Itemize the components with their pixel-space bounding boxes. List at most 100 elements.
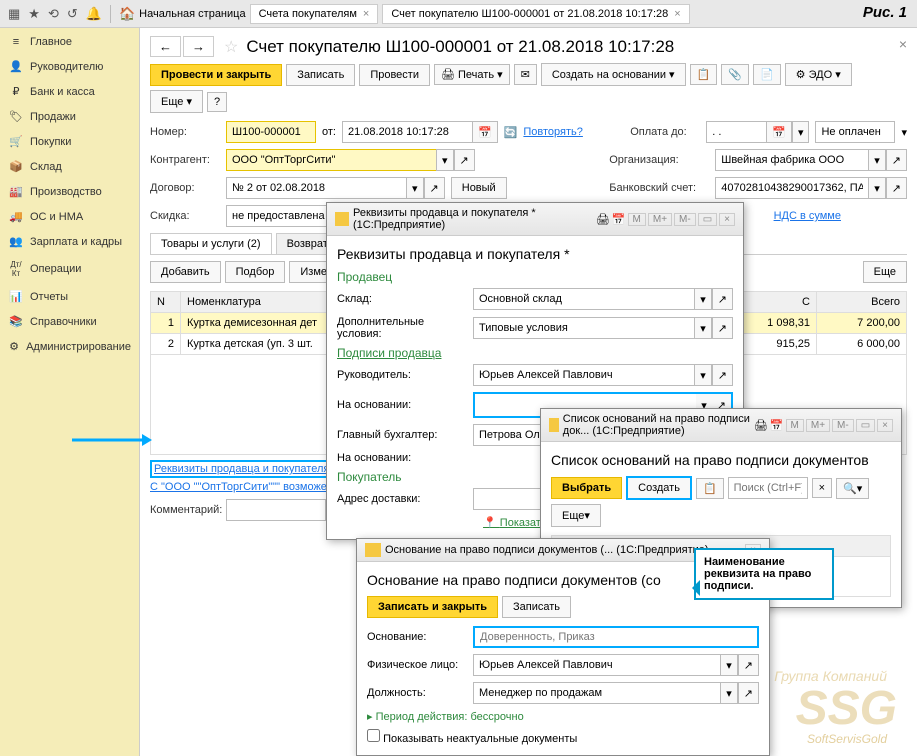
sidebar-production[interactable]: 🏭Производство xyxy=(0,179,139,204)
modal-titlebar[interactable]: Список оснований на право подписи док...… xyxy=(541,409,901,442)
sidebar-manager[interactable]: 👤Руководителю xyxy=(0,54,139,79)
annotation-callout: Наименование реквизита на право подписи. xyxy=(694,548,834,600)
open-icon[interactable]: ↗ xyxy=(886,149,907,171)
open-icon[interactable]: ↗ xyxy=(886,177,907,199)
watermark-sub: SoftServisGold xyxy=(807,732,887,746)
favorite-icon[interactable]: ☆ xyxy=(224,37,238,57)
minimize-icon[interactable]: ▭ xyxy=(698,213,717,226)
template-icon[interactable]: 📄 xyxy=(753,64,781,85)
repeat-link[interactable]: Повторять? xyxy=(523,126,583,138)
copy-icon[interactable]: 📋 xyxy=(696,478,724,499)
number-label: Номер: xyxy=(150,126,220,138)
open-icon[interactable]: ↗ xyxy=(424,177,445,199)
print-icon[interactable]: 🖨 xyxy=(596,213,610,226)
show-inactive-checkbox[interactable] xyxy=(367,729,380,742)
post-button[interactable]: Провести xyxy=(359,64,430,86)
sidebar-purchases[interactable]: 🛒Покупки xyxy=(0,129,139,154)
apps-icon[interactable]: ▦ xyxy=(8,6,20,22)
tab-current-invoice[interactable]: Счет покупателю Ш100-000001 от 21.08.201… xyxy=(382,4,689,24)
help-icon[interactable]: ? xyxy=(207,92,227,112)
org-input[interactable] xyxy=(715,149,868,171)
bank-input[interactable] xyxy=(715,177,868,199)
pay-until-label: Оплата до: xyxy=(630,126,700,138)
create-button[interactable]: Создать xyxy=(626,476,692,500)
more-button[interactable]: Еще ▾ xyxy=(150,90,203,113)
pay-until-input[interactable] xyxy=(706,121,766,143)
comment-input[interactable] xyxy=(226,499,326,521)
edo-button[interactable]: ⚙ ЭДО ▾ xyxy=(785,63,852,86)
mail-icon[interactable]: ✉ xyxy=(514,64,537,85)
counterparty-input[interactable] xyxy=(226,149,436,171)
sidebar: ≡Главное 👤Руководителю ₽Банк и касса 🏷Пр… xyxy=(0,28,140,756)
tab-goods[interactable]: Товары и услуги (2) xyxy=(150,233,272,254)
tab-invoices[interactable]: Счета покупателям × xyxy=(250,4,379,24)
clear-icon[interactable]: × xyxy=(812,478,832,498)
seller-heading: Продавец xyxy=(337,270,733,284)
extra-input[interactable] xyxy=(473,317,694,339)
sidebar-operations[interactable]: Дт/КтОперации xyxy=(0,254,139,284)
pin-icon[interactable]: ↺ xyxy=(67,6,78,22)
sidebar-main[interactable]: ≡Главное xyxy=(0,30,139,54)
sidebar-bank[interactable]: ₽Банк и касса xyxy=(0,79,139,104)
save-button[interactable]: Записать xyxy=(502,596,571,618)
calendar-icon[interactable]: 📅 xyxy=(766,121,792,143)
close-icon[interactable]: × xyxy=(719,213,735,226)
contract-label: Договор: xyxy=(150,182,220,194)
create-based-button[interactable]: Создать на основании ▾ xyxy=(541,63,686,86)
search-input[interactable] xyxy=(728,477,808,499)
back-button[interactable]: ← xyxy=(150,36,181,57)
refresh-icon[interactable]: 🔄 xyxy=(504,126,518,139)
vat-link[interactable]: НДС в сумме xyxy=(774,210,841,222)
sidebar-reports[interactable]: 📊Отчеты xyxy=(0,284,139,309)
more-button[interactable]: Еще xyxy=(863,261,907,283)
calendar-icon[interactable]: 📅 xyxy=(472,121,498,143)
more-button[interactable]: Еще▾ xyxy=(551,504,601,527)
calc-icon[interactable]: 📅 xyxy=(612,213,626,226)
close-icon[interactable]: × xyxy=(674,8,680,20)
bank-label: Банковский счет: xyxy=(609,182,709,194)
select-button[interactable]: Выбрать xyxy=(551,477,622,499)
person-input[interactable] xyxy=(473,654,720,676)
head-input[interactable] xyxy=(473,364,694,386)
seller-buyer-link[interactable]: Реквизиты продавца и покупателя xyxy=(150,460,333,478)
discount-label: Скидка: xyxy=(150,210,220,222)
print-button[interactable]: 🖨 Печать ▾ xyxy=(434,64,510,85)
close-icon[interactable]: × xyxy=(363,8,369,20)
sidebar-salary[interactable]: 👥Зарплата и кадры xyxy=(0,229,139,254)
add-row-button[interactable]: Добавить xyxy=(150,261,221,283)
close-icon[interactable]: × xyxy=(877,419,893,432)
sidebar-assets[interactable]: 🚚ОС и НМА xyxy=(0,204,139,229)
position-input[interactable] xyxy=(473,682,720,704)
history-icon[interactable]: ⟲ xyxy=(48,6,59,22)
comment-label: Комментарий: xyxy=(150,504,220,516)
pay-status-input[interactable] xyxy=(815,121,895,143)
save-button[interactable]: Записать xyxy=(286,64,355,86)
new-contract-button[interactable]: Новый xyxy=(451,177,507,199)
report-icon[interactable]: 📋 xyxy=(690,64,718,85)
save-close-button[interactable]: Записать и закрыть xyxy=(367,596,498,618)
home-icon[interactable]: 🏠 xyxy=(119,6,135,22)
sidebar-sales[interactable]: 🏷Продажи xyxy=(0,104,139,129)
contract-input[interactable] xyxy=(226,177,406,199)
counterparty-label: Контрагент: xyxy=(150,154,220,166)
attach-icon[interactable]: 📎 xyxy=(721,64,749,85)
modal-titlebar[interactable]: Реквизиты продавца и покупателя * (1С:Пр… xyxy=(327,203,743,236)
number-input[interactable] xyxy=(226,121,316,143)
close-icon[interactable]: × xyxy=(899,36,907,52)
basis-input[interactable] xyxy=(473,626,759,648)
post-close-button[interactable]: Провести и закрыть xyxy=(150,64,282,86)
minimize-icon[interactable]: ▭ xyxy=(856,419,875,432)
menu-icon: ≡ xyxy=(8,36,24,48)
sidebar-catalogs[interactable]: 📚Справочники xyxy=(0,309,139,334)
bell-icon[interactable]: 🔔 xyxy=(86,6,102,22)
warehouse-input[interactable] xyxy=(473,288,694,310)
pick-button[interactable]: Подбор xyxy=(225,261,286,283)
home-label[interactable]: Начальная страница xyxy=(139,8,245,20)
star-icon[interactable]: ★ xyxy=(28,6,40,22)
search-icon[interactable]: 🔍▾ xyxy=(836,478,869,499)
sidebar-warehouse[interactable]: 📦Склад xyxy=(0,154,139,179)
sidebar-admin[interactable]: ⚙Администрирование xyxy=(0,334,139,359)
forward-button[interactable]: → xyxy=(183,36,214,57)
date-input[interactable] xyxy=(342,121,472,143)
open-icon[interactable]: ↗ xyxy=(454,149,475,171)
